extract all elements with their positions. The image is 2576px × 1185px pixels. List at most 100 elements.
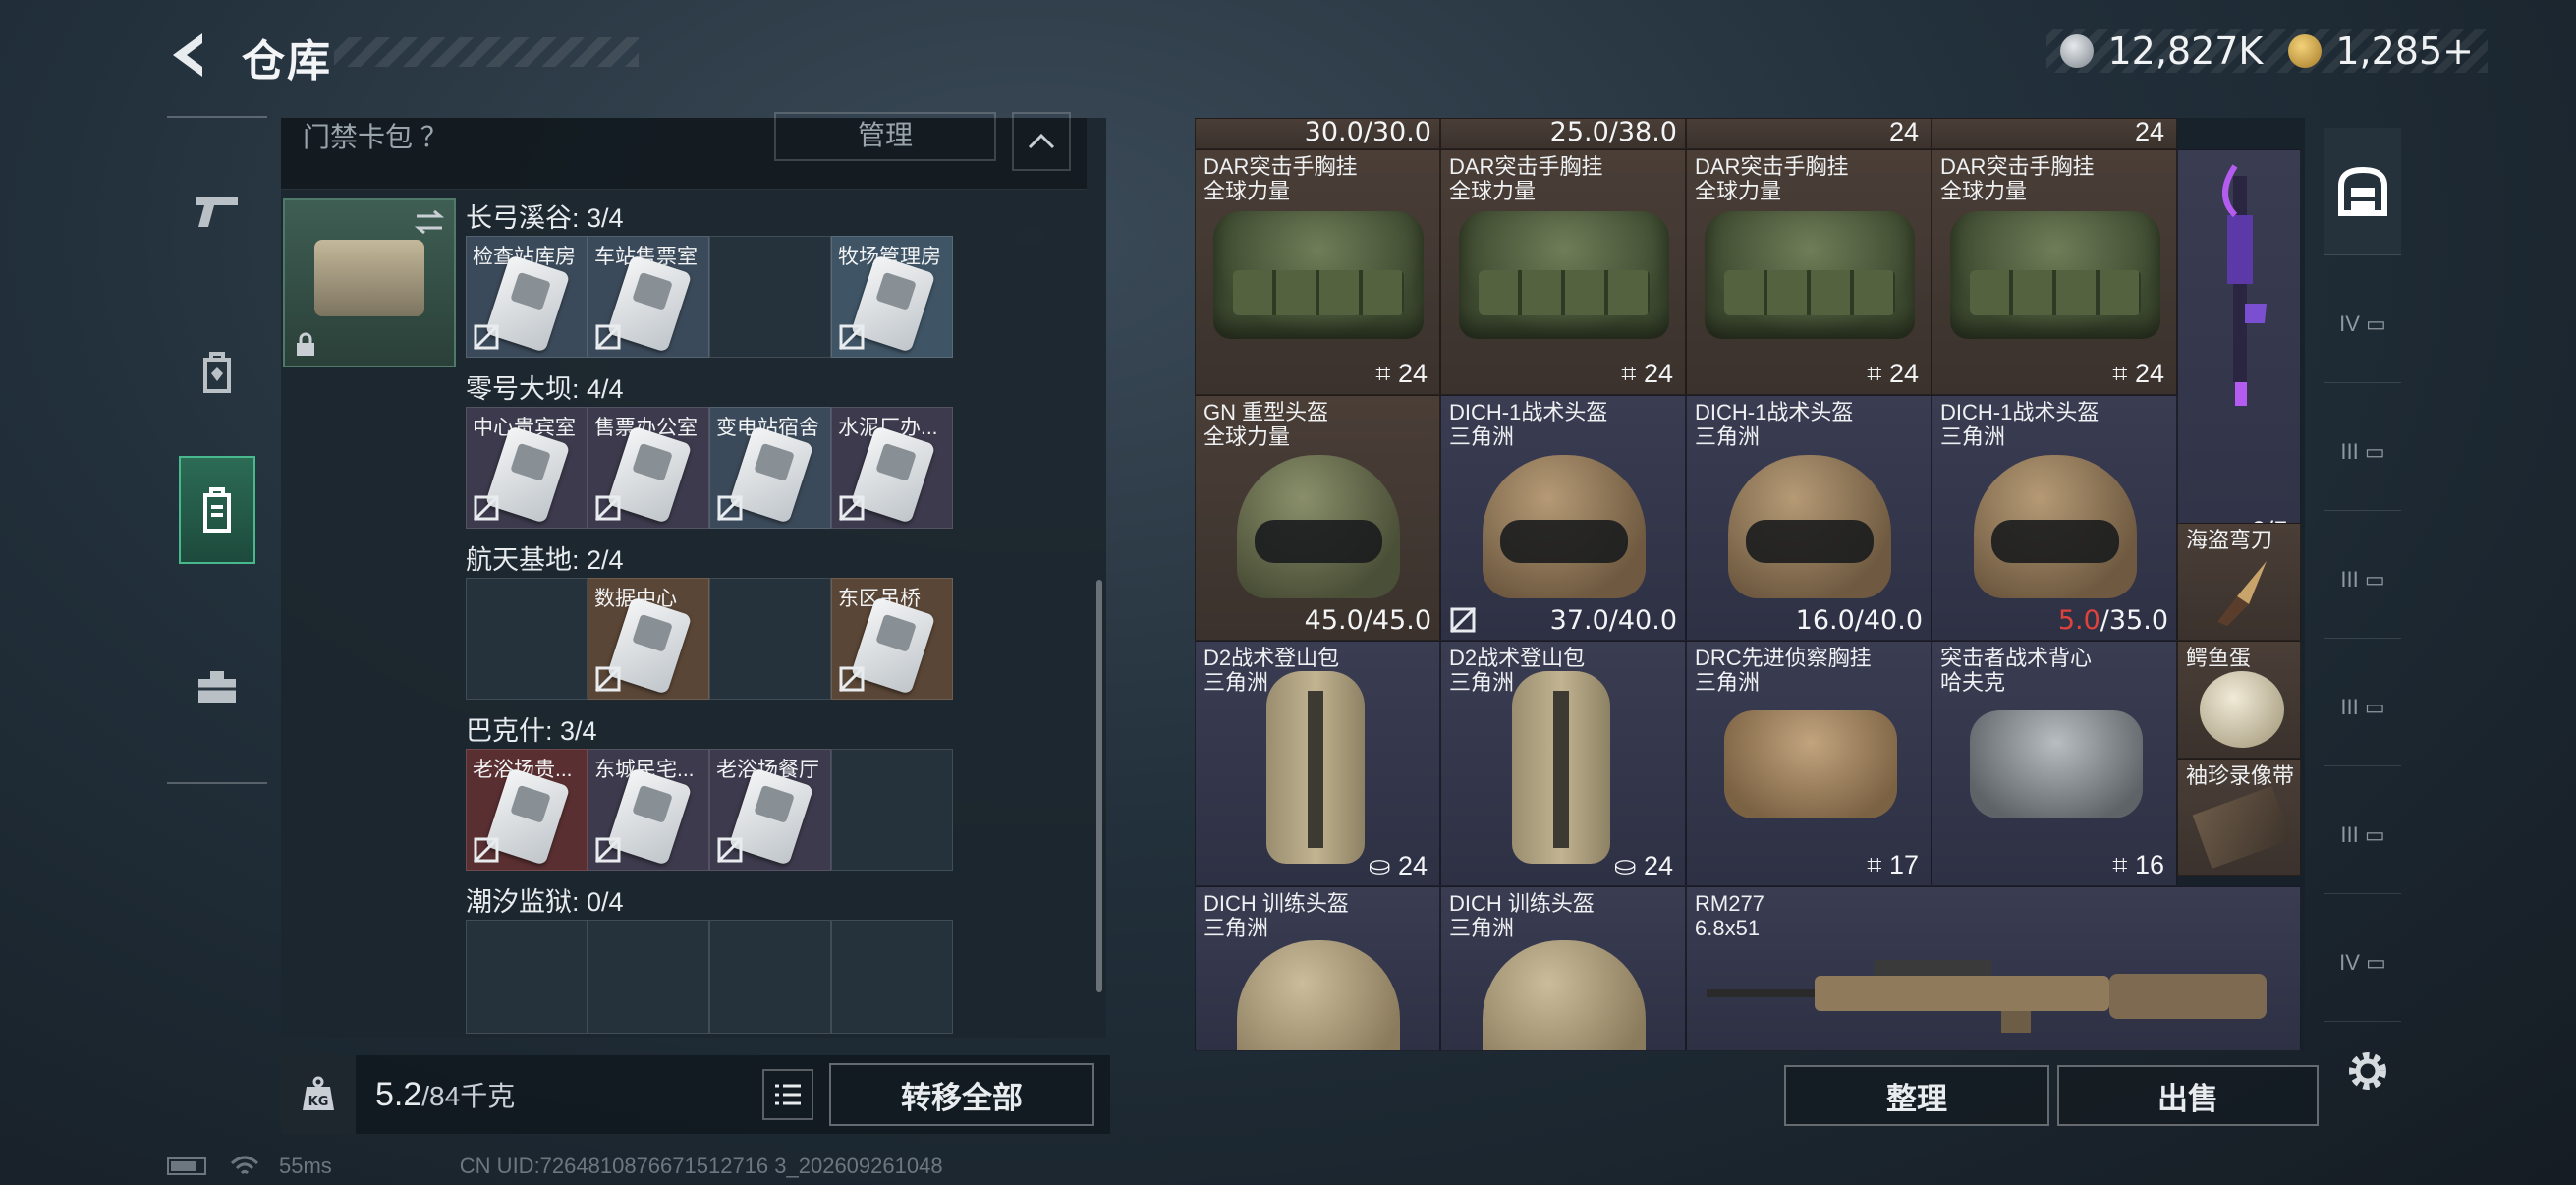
helmet-image: [1237, 940, 1400, 1050]
weight-capacity: /84千克: [421, 1081, 516, 1111]
tab-container-1[interactable]: IV ▭: [2324, 265, 2401, 383]
knife-icon: [2217, 561, 2267, 626]
keycard-slot[interactable]: 牧场管理房: [831, 236, 953, 358]
item-title: 突击者战术背心: [1940, 646, 2093, 670]
item-durability: 37.0/40.0: [1549, 605, 1677, 636]
nav-loadout[interactable]: [179, 318, 255, 426]
item-faction: 三角洲: [1695, 424, 1761, 449]
inventory-cell-partial[interactable]: 25.0/38.0: [1440, 118, 1686, 149]
item-crocodile-egg[interactable]: 鳄鱼蛋: [2177, 641, 2301, 759]
item-dar-vest[interactable]: DAR突击手胸挂 全球力量 ⌗ 24: [1686, 149, 1932, 395]
item-dar-vest[interactable]: DAR突击手胸挂 全球力量 ⌗ 24: [1932, 149, 2177, 395]
keycard-slot[interactable]: 水泥厂办...: [831, 407, 953, 529]
keycard-scrollbar[interactable]: [1096, 580, 1102, 992]
item-dich1-helmet[interactable]: DICH-1战术头盔 三角洲 5.0/35.0: [1932, 395, 2177, 641]
item-dich-training-helmet[interactable]: DICH 训练头盔 三角洲: [1440, 886, 1686, 1051]
item-d2-backpack[interactable]: D2战术登山包 三角洲 ⛀ 24: [1195, 641, 1440, 886]
item-title: RM277: [1695, 891, 1764, 916]
keycard-slot-empty[interactable]: [466, 578, 588, 700]
item-durability: 16.0/40.0: [1795, 605, 1923, 636]
item-title: 海盗弯刀: [2186, 528, 2273, 552]
keycard-slot[interactable]: 中心贵宾室: [466, 407, 588, 529]
sort-button[interactable]: 整理: [1784, 1065, 2049, 1126]
keycard-slot[interactable]: 车站售票室: [588, 236, 709, 358]
gold-amount[interactable]: 1,285+: [2335, 29, 2474, 73]
keycard-slot[interactable]: 东区吊桥: [831, 578, 953, 700]
keycard-slot-empty[interactable]: [831, 920, 953, 1034]
item-dar-vest[interactable]: DAR突击手胸挂 全球力量 ⌗ 24: [1440, 149, 1686, 395]
item-rm277-rifle[interactable]: RM277 6.8x51: [1686, 886, 2301, 1051]
tab-all[interactable]: [2324, 128, 2401, 255]
nav-pistol[interactable]: [179, 157, 255, 265]
item-pocket-videotape[interactable]: 袖珍录像带: [2177, 759, 2301, 876]
item-faction: 三角洲: [1204, 670, 1269, 695]
item-title: DAR突击手胸挂: [1449, 154, 1603, 179]
keycard-slot[interactable]: 老浴场餐厅: [709, 749, 831, 871]
toolbox-icon: [198, 671, 236, 703]
item-faction: 三角洲: [1449, 916, 1515, 940]
keycard-case[interactable]: [283, 198, 456, 367]
back-arrow-icon[interactable]: [165, 29, 216, 81]
keycard-slot[interactable]: 变电站宿舍: [709, 407, 831, 529]
item-pirate-knife[interactable]: 海盗弯刀: [2177, 523, 2301, 641]
inventory-cell-partial[interactable]: 30.0/30.0: [1195, 118, 1440, 149]
tab-container-4[interactable]: III ▭: [2324, 649, 2401, 766]
no-insure-icon: [1449, 606, 1477, 634]
transfer-all-button[interactable]: 转移全部: [829, 1063, 1094, 1126]
backpack-image: [1512, 671, 1610, 864]
list-view-button[interactable]: [762, 1069, 813, 1120]
tab-container-2[interactable]: III ▭: [2324, 393, 2401, 511]
helmet-image: [1483, 940, 1646, 1050]
no-insure-icon: [473, 836, 500, 864]
tab-tier-label: III: [2340, 694, 2359, 719]
item-quantity: ⛀ 24: [1613, 851, 1673, 880]
tab-container-3[interactable]: III ▭: [2324, 521, 2401, 639]
nav-warehouse[interactable]: [179, 456, 255, 564]
item-dich-training-helmet[interactable]: DICH 训练头盔 三角洲: [1195, 886, 1440, 1051]
lock-icon: [297, 332, 314, 356]
item-drc-vest[interactable]: DRC先进侦察胸挂 三角洲 ⌗ 17: [1686, 641, 1932, 886]
pistol-icon: [196, 198, 238, 227]
nav-toolbox[interactable]: [179, 633, 255, 741]
item-dich1-helmet[interactable]: DICH-1战术头盔 三角洲 16.0/40.0: [1686, 395, 1932, 641]
keycard-slot-empty[interactable]: [831, 749, 953, 871]
chevron-up-icon: [1028, 133, 1055, 149]
rifle-image: [1707, 960, 2267, 1033]
tab-tier-label: IV: [2339, 949, 2360, 975]
keycard-slot[interactable]: 检查站库房: [466, 236, 588, 358]
keycard-slot-empty[interactable]: [588, 920, 709, 1034]
warehouse-icon: [203, 487, 231, 533]
keycard-header-label: 门禁卡包 ？: [303, 122, 448, 152]
keycard-slot-empty[interactable]: [709, 236, 831, 358]
manage-button[interactable]: 管理: [774, 112, 996, 161]
keycard-slot-empty[interactable]: [709, 920, 831, 1034]
item-durability: 30.0/30.0: [1304, 118, 1431, 147]
keycard-slot[interactable]: 数据中心: [588, 578, 709, 700]
item-raider-vest[interactable]: 突击者战术背心 哈夫克 ⌗ 16: [1932, 641, 2177, 886]
gear-icon[interactable]: [2340, 1044, 2395, 1099]
tab-container-6[interactable]: IV ▭: [2324, 904, 2401, 1022]
keycard-panel: 门禁卡包 ？ 管理 长弓溪谷: 3/4 检查站库房 车站售票室 牧场管理房 零号大坝: …: [281, 112, 1106, 1038]
item-title: DAR突击手胸挂: [1940, 154, 2095, 179]
item-d2-backpack[interactable]: D2战术登山包 三角洲 ⛀ 24: [1440, 641, 1686, 886]
uid-text: CN UID:7264810876671512716 3_20260926104…: [459, 1154, 943, 1178]
sell-button[interactable]: 出售: [2057, 1065, 2319, 1126]
keycard-slot-empty[interactable]: [709, 578, 831, 700]
inventory-cell-partial[interactable]: 24: [1932, 118, 2177, 149]
rifle-vertical-icon: [2222, 164, 2267, 406]
tab-tier-label: III: [2340, 821, 2359, 847]
item-dich1-helmet[interactable]: DICH-1战术头盔 三角洲 37.0/40.0: [1440, 395, 1686, 641]
keycard-slot[interactable]: 售票办公室: [588, 407, 709, 529]
collapse-button[interactable]: [1012, 112, 1071, 171]
keycard-slot-empty[interactable]: [466, 920, 588, 1034]
keycard-slot[interactable]: 老浴场贵...: [466, 749, 588, 871]
keycard-slot[interactable]: 东城民宅...: [588, 749, 709, 871]
item-faction: 三角洲: [1940, 424, 2006, 449]
tab-container-5[interactable]: III ▭: [2324, 776, 2401, 894]
left-nav: [167, 116, 267, 784]
weight-value: 5.2/84千克: [375, 1075, 515, 1114]
inventory-cell-partial[interactable]: 24: [1686, 118, 1932, 149]
item-gn-helmet[interactable]: GN 重型头盔 全球力量 45.0/45.0: [1195, 395, 1440, 641]
item-dar-vest[interactable]: DAR突击手胸挂 全球力量 ⌗ 24: [1195, 149, 1440, 395]
swap-icon[interactable]: [413, 208, 446, 236]
